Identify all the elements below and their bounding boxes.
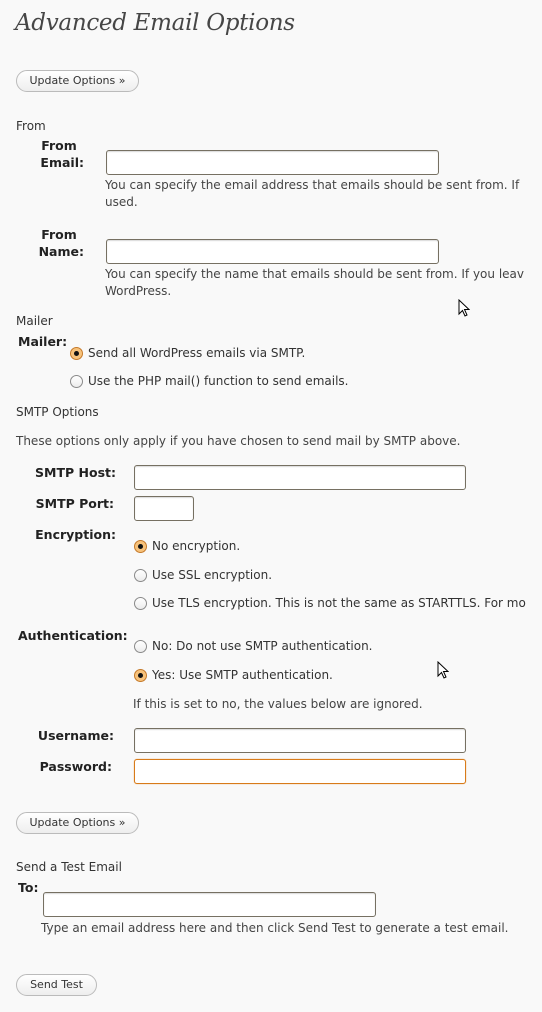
test-to-label: To: bbox=[18, 880, 39, 895]
authentication-label: Authentication: bbox=[18, 628, 128, 643]
from-email-description: You can specify the email address that e… bbox=[105, 177, 519, 211]
username-label: Username: bbox=[37, 728, 114, 743]
from-email-label-line1: From bbox=[41, 138, 77, 153]
radio-checked-icon[interactable] bbox=[134, 668, 147, 682]
page-title: Advanced Email Options bbox=[15, 10, 295, 36]
auth-option-yes-label: Yes: Use SMTP authentication. bbox=[152, 668, 333, 682]
smtp-host-label: SMTP Host: bbox=[35, 465, 116, 480]
password-label: Password: bbox=[39, 759, 112, 774]
from-name-label: From Name: bbox=[30, 226, 84, 260]
from-email-label: From Email: bbox=[30, 137, 84, 171]
test-email-description: Type an email address here and then clic… bbox=[41, 921, 509, 935]
from-email-input[interactable] bbox=[106, 150, 439, 175]
mailer-option-php-mail[interactable]: Use the PHP mail() function to send emai… bbox=[70, 374, 348, 388]
radio-unchecked-icon[interactable] bbox=[134, 568, 147, 582]
from-email-desc-line1: You can specify the email address that e… bbox=[105, 178, 520, 192]
encryption-label: Encryption: bbox=[35, 527, 116, 542]
encryption-option-none[interactable]: No encryption. bbox=[134, 539, 240, 553]
mailer-option-smtp[interactable]: Send all WordPress emails via SMTP. bbox=[70, 346, 305, 360]
mailer-section-heading: Mailer bbox=[16, 314, 53, 328]
mailer-option-php-mail-label: Use the PHP mail() function to send emai… bbox=[88, 374, 349, 388]
from-name-desc-line1: You can specify the name that emails sho… bbox=[105, 267, 524, 281]
radio-unchecked-icon[interactable] bbox=[134, 596, 147, 610]
encryption-option-ssl-label: Use SSL encryption. bbox=[152, 568, 273, 582]
authentication-note: If this is set to no, the values below a… bbox=[133, 697, 423, 711]
test-section-heading: Send a Test Email bbox=[16, 860, 122, 874]
encryption-option-ssl[interactable]: Use SSL encryption. bbox=[134, 568, 272, 582]
smtp-port-input[interactable] bbox=[134, 496, 194, 521]
smtp-port-label: SMTP Port: bbox=[35, 496, 114, 511]
encryption-option-tls[interactable]: Use TLS encryption. This is not the same… bbox=[134, 596, 526, 610]
password-input[interactable] bbox=[134, 759, 466, 784]
auth-option-yes[interactable]: Yes: Use SMTP authentication. bbox=[134, 668, 333, 682]
radio-checked-icon[interactable] bbox=[70, 346, 83, 360]
mailer-label: Mailer: bbox=[18, 334, 68, 349]
smtp-host-input[interactable] bbox=[134, 465, 466, 490]
smtp-section-intro: These options only apply if you have cho… bbox=[16, 434, 461, 448]
from-name-label-line1: From bbox=[41, 227, 77, 242]
username-input[interactable] bbox=[134, 728, 466, 753]
smtp-section-heading: SMTP Options bbox=[16, 405, 99, 419]
from-email-desc-line2: used. bbox=[105, 195, 138, 209]
radio-checked-icon[interactable] bbox=[134, 539, 147, 553]
from-email-label-line2: Email: bbox=[40, 155, 84, 170]
auth-option-no[interactable]: No: Do not use SMTP authentication. bbox=[134, 639, 373, 653]
from-name-input[interactable] bbox=[106, 239, 439, 264]
from-section-heading: From bbox=[16, 119, 46, 133]
encryption-option-tls-label: Use TLS encryption. This is not the same… bbox=[152, 596, 526, 610]
mailer-option-smtp-label: Send all WordPress emails via SMTP. bbox=[88, 346, 306, 360]
test-email-input[interactable] bbox=[43, 892, 376, 917]
update-options-button-top[interactable]: Update Options » bbox=[16, 70, 139, 92]
auth-option-no-label: No: Do not use SMTP authentication. bbox=[152, 639, 373, 653]
mouse-cursor-icon bbox=[437, 661, 449, 679]
send-test-button[interactable]: Send Test bbox=[16, 974, 97, 996]
radio-unchecked-icon[interactable] bbox=[70, 374, 83, 388]
radio-unchecked-icon[interactable] bbox=[134, 639, 147, 653]
update-options-button-bottom[interactable]: Update Options » bbox=[16, 812, 139, 834]
from-name-desc-line2: WordPress. bbox=[105, 284, 172, 298]
from-name-label-line2: Name: bbox=[38, 244, 84, 259]
mouse-cursor-icon bbox=[458, 299, 470, 317]
encryption-option-none-label: No encryption. bbox=[152, 539, 241, 553]
from-name-description: You can specify the name that emails sho… bbox=[105, 266, 524, 300]
